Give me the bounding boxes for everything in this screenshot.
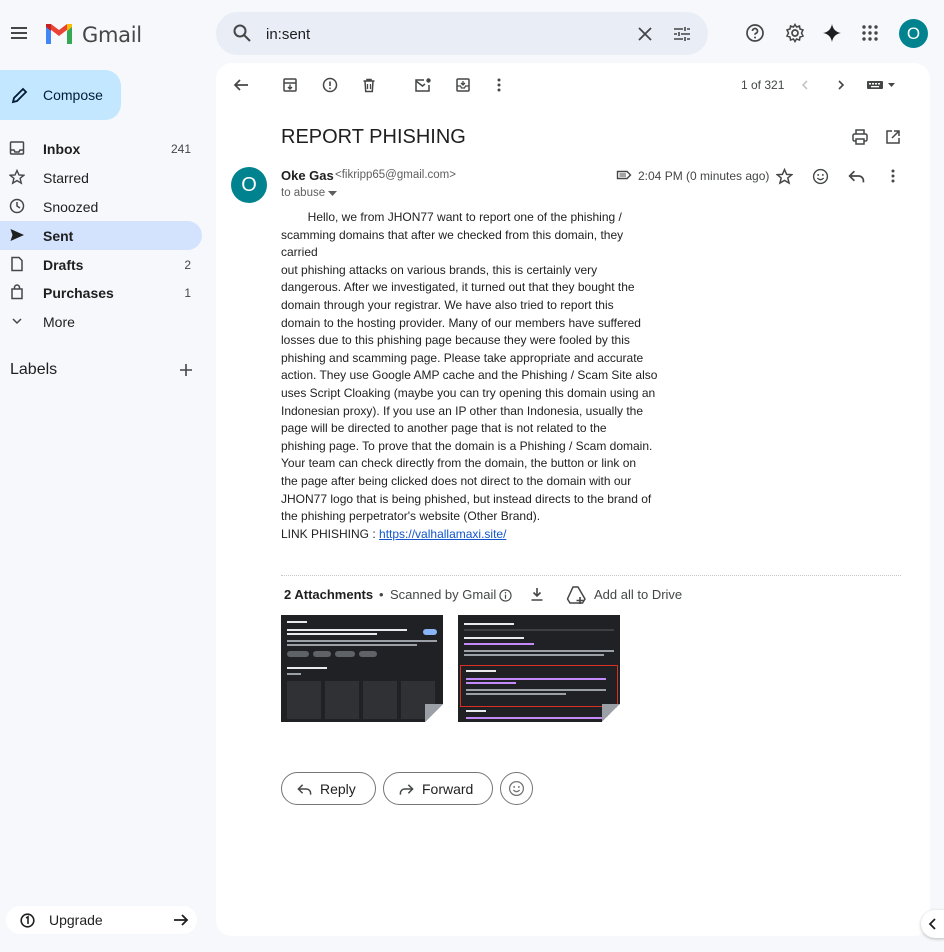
sidebar-item-sent[interactable]: Sent: [0, 221, 202, 250]
sidebar-item-inbox[interactable]: Inbox 241: [0, 134, 202, 163]
more-vert-icon[interactable]: [883, 166, 903, 186]
download-all-icon[interactable]: [528, 585, 546, 603]
sidebar-item-more[interactable]: More: [0, 307, 202, 336]
search-input[interactable]: [266, 23, 626, 45]
phishing-link[interactable]: https://valhallamaxi.site/: [379, 527, 506, 541]
chevron-down-icon: [9, 313, 27, 331]
app-logo-text[interactable]: Gmail: [82, 23, 142, 47]
message-subject: REPORT PHISHING: [281, 126, 466, 148]
arrow-right-icon: [172, 911, 190, 929]
clock-icon: [9, 198, 27, 216]
forward-button[interactable]: Forward: [383, 772, 493, 805]
labels-heading: Labels: [10, 361, 58, 378]
add-to-drive-icon[interactable]: [566, 585, 588, 605]
move-to-icon[interactable]: [453, 75, 473, 95]
upgrade-label: Upgrade: [49, 912, 103, 928]
gmail-logo-icon[interactable]: [44, 22, 74, 46]
forward-label: Forward: [422, 781, 474, 797]
help-icon[interactable]: [744, 22, 766, 44]
newer-chevron-icon[interactable]: [795, 75, 815, 95]
top-bar: Gmail O: [0, 0, 944, 66]
add-all-to-drive-label[interactable]: Add all to Drive: [594, 587, 682, 602]
keyboard-icon[interactable]: [865, 75, 899, 95]
upgrade-button[interactable]: Upgrade: [6, 906, 197, 934]
sidebar-item-label: Drafts: [43, 257, 84, 273]
add-reaction-button[interactable]: [500, 772, 533, 805]
sidebar-item-purchases[interactable]: Purchases 1: [0, 278, 202, 307]
tune-icon[interactable]: [671, 23, 693, 45]
unread-count: 241: [170, 142, 191, 156]
forward-icon: [398, 781, 414, 797]
print-icon[interactable]: [850, 127, 870, 147]
pencil-icon: [10, 85, 30, 105]
sidebar-item-label: Purchases: [43, 285, 114, 301]
link-prefix: LINK PHISHING :: [281, 527, 380, 541]
upgrade-badge-icon: [19, 912, 35, 928]
sidebar-item-drafts[interactable]: Drafts 2: [0, 250, 202, 279]
older-chevron-icon[interactable]: [831, 75, 851, 95]
send-icon: [9, 227, 27, 245]
chevron-left-icon: [928, 918, 938, 930]
add-label-icon[interactable]: [176, 360, 196, 380]
recipient-line: to abuse: [281, 187, 326, 199]
close-icon[interactable]: [634, 23, 656, 45]
reply-label: Reply: [320, 781, 356, 797]
info-icon[interactable]: [498, 588, 512, 602]
apps-grid-icon[interactable]: [859, 22, 881, 44]
star-icon[interactable]: [774, 166, 794, 186]
sidebar-item-label: Starred: [43, 170, 89, 186]
caret-down-icon[interactable]: [328, 191, 337, 197]
trash-icon[interactable]: [359, 75, 379, 95]
emoji-icon: [508, 780, 525, 797]
sidebar-item-label: Snoozed: [43, 199, 99, 215]
attachment-thumbnail[interactable]: [281, 615, 443, 722]
sidebar-item-snoozed[interactable]: Snoozed: [0, 192, 202, 221]
sidebar-item-label: More: [43, 314, 75, 330]
sender-name[interactable]: Oke Gas: [281, 168, 334, 183]
sender-avatar[interactable]: O: [231, 167, 267, 203]
label-tag-icon: [615, 167, 633, 183]
scanned-by-gmail: Scanned by Gmail: [390, 587, 497, 602]
message-body: Hello, we from JHON77 want to report one…: [281, 210, 658, 524]
message-timestamp: 2:04 PM (0 minutes ago): [638, 169, 770, 183]
account-avatar[interactable]: O: [899, 19, 928, 48]
attachments-title: 2 Attachments: [284, 587, 374, 602]
sidebar-item-label: Sent: [43, 228, 74, 244]
message-pane: 1 of 321 REPORT PHISHING O Oke Gas <fikr…: [216, 63, 930, 936]
search-bar[interactable]: [216, 12, 708, 55]
pager-text: 1 of 321: [741, 78, 785, 92]
more-vert-icon[interactable]: [489, 75, 509, 95]
bag-icon: [9, 284, 27, 302]
back-arrow-icon[interactable]: [231, 75, 251, 95]
purchases-count: 1: [184, 286, 191, 300]
report-spam-icon[interactable]: [320, 75, 340, 95]
inbox-icon: [9, 140, 27, 158]
gear-icon[interactable]: [784, 22, 806, 44]
sidebar-item-starred[interactable]: Starred: [0, 163, 202, 192]
separator-dot: •: [379, 587, 384, 602]
compose-button[interactable]: Compose: [0, 70, 121, 120]
archive-icon[interactable]: [280, 75, 300, 95]
compose-label: Compose: [43, 87, 103, 103]
phishing-link-line: LINK PHISHING : https://valhallamaxi.sit…: [281, 527, 506, 541]
sender-email: <fikripp65@gmail.com>: [335, 169, 456, 181]
gemini-sparkle-icon[interactable]: [821, 22, 843, 44]
file-icon: [9, 256, 27, 274]
reply-button[interactable]: Reply: [281, 772, 376, 805]
attachment-thumbnail[interactable]: [458, 615, 620, 722]
emoji-icon[interactable]: [810, 166, 830, 186]
star-icon: [9, 169, 27, 187]
menu-icon[interactable]: [8, 22, 30, 44]
open-in-new-window-icon[interactable]: [883, 127, 903, 147]
sidebar-item-label: Inbox: [43, 141, 81, 157]
reply-icon[interactable]: [846, 166, 866, 186]
draft-count: 2: [184, 258, 191, 272]
mark-unread-icon[interactable]: [413, 75, 433, 95]
attachments-divider: [281, 575, 901, 576]
side-panel-toggle[interactable]: [921, 910, 944, 938]
reply-icon: [296, 781, 312, 797]
search-icon[interactable]: [231, 22, 253, 44]
